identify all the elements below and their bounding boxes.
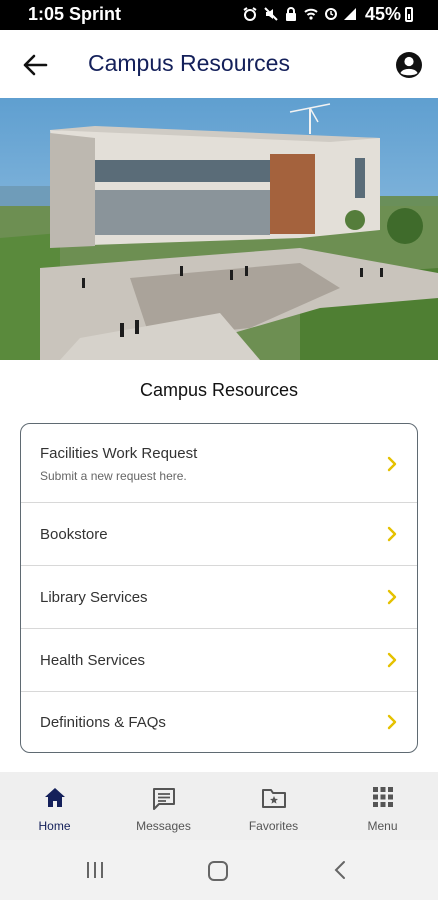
mute-icon [264,7,278,21]
hero-image [0,98,438,360]
nav-favorites-label: Favorites [248,819,299,833]
favorites-icon [261,789,286,808]
list-item-bookstore[interactable]: Bookstore [21,503,417,566]
sync-icon [325,8,337,20]
battery-percentage: 45% [365,4,402,24]
nav-messages-label: Messages [136,819,191,833]
menu-grid-icon [372,787,393,807]
list-item-label: Bookstore [40,526,108,543]
chevron-right-icon [387,526,397,542]
chevron-right-icon [387,589,397,605]
nav-home-label: Home [38,819,71,833]
list-item-label: Library Services [40,589,148,606]
alarm-icon [243,7,257,21]
lock-icon [286,7,296,21]
list-item-health-services[interactable]: Health Services [21,629,417,692]
list-item-library-services[interactable]: Library Services [21,566,417,629]
nav-menu[interactable]: Menu [328,772,437,840]
back-arrow-icon[interactable] [20,50,50,80]
chevron-right-icon [387,456,397,472]
bottom-navigation: Home Messages Favorites Menu [0,772,438,840]
list-item-label: Facilities Work Request [40,445,198,462]
home-button-icon[interactable] [207,860,229,882]
campus-building-illustration [0,98,438,360]
home-icon [44,788,65,807]
status-bar: 1:05 Sprint 45% [0,0,438,30]
nav-menu-label: Menu [367,819,398,833]
list-item-definitions-faqs[interactable]: Definitions & FAQs [21,692,417,752]
resources-list: Facilities Work Request Submit a new req… [20,423,418,753]
wifi-icon [304,8,318,20]
system-navigation-bar [0,840,438,900]
battery-icon [405,7,413,22]
status-time: 1:05 Sprint [28,4,122,24]
list-item-label: Health Services [40,652,146,669]
back-button-icon[interactable] [333,860,347,880]
list-item-facilities-work-request[interactable]: Facilities Work Request Submit a new req… [21,424,417,503]
nav-home[interactable]: Home [0,772,109,840]
page-title: Campus Resources [88,50,290,76]
section-title: Campus Resources [139,380,299,400]
chevron-right-icon [387,652,397,668]
app-bar: Campus Resources [0,30,438,98]
profile-icon[interactable] [395,51,423,79]
recent-apps-icon[interactable] [85,860,105,880]
list-item-label: Definitions & FAQs [40,714,166,731]
nav-messages[interactable]: Messages [109,772,218,840]
list-item-subtitle: Submit a new request here. [40,469,187,483]
nav-favorites[interactable]: Favorites [219,772,328,840]
signal-icon [344,8,356,20]
messages-icon [152,788,175,810]
chevron-right-icon [387,714,397,730]
